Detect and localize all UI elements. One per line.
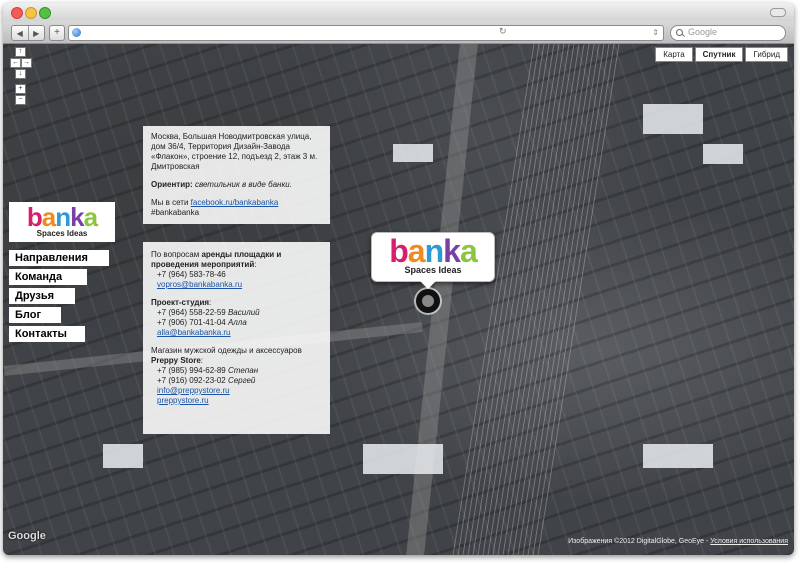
site-logo[interactable]: banka Spaces Ideas [9,202,115,242]
rent-email-link[interactable]: vopros@bankabanka.ru [151,280,322,290]
store-intro: Магазин мужской одежды и аксессуаров [151,346,302,355]
satellite-map[interactable]: ↑ ← → ↓ + − Карта Спутник Гибрид Москва,… [3,44,794,555]
store-site-link[interactable]: preppystore.ru [151,396,322,406]
store-phone-2: +7 (916) 092-23-02 [157,376,226,385]
map-snow-patch [643,444,713,468]
studio-contact-1: +7 (964) 558-22-59 Василий [151,308,322,318]
rent-intro-suffix: : [254,260,257,269]
title-bar [3,3,794,21]
pan-up-button[interactable]: ↑ [15,47,26,57]
menu-item-blog[interactable]: Блог [9,307,61,323]
marker-callout-tail [419,280,437,289]
terms-of-use-link[interactable]: Условия использования [710,538,788,545]
store-name-suffix: : [200,356,204,365]
store-contact-1: +7 (985) 994-62-89 Степан [151,366,322,376]
map-type-hybrid-button[interactable]: Гибрид [745,47,788,62]
menu-item-contacts[interactable]: Контакты [9,326,85,342]
back-arrow-icon: ◀ [16,28,23,38]
back-button[interactable]: ◀ [12,26,28,40]
toolbar-toggle-button[interactable] [770,8,786,17]
map-type-map-button[interactable]: Карта [655,47,693,62]
landmark-label: Ориентир: [151,180,193,189]
forward-arrow-icon: ▶ [33,28,40,38]
map-type-satellite-button[interactable]: Спутник [694,47,744,62]
map-snow-patch [363,444,443,474]
store-email-link[interactable]: info@preppystore.ru [151,386,322,396]
social-block: Мы в сети facebook.ru/bankabanka #bankab… [151,198,322,218]
pan-down-button[interactable]: ↓ [15,69,26,79]
browser-toolbar: ◀ ▶ + ↻ ⇕ Google [3,21,794,44]
store-phone-1: +7 (985) 994-62-89 [157,366,226,375]
map-snow-patch [643,104,703,134]
search-placeholder: Google [688,27,718,37]
facebook-link[interactable]: facebook.ru/bankabanka [191,198,279,207]
store-name: Preppy Store [151,356,201,365]
studio-email-link[interactable]: alla@bankabanka.ru [151,328,322,338]
scroll-arrows-icon: ⇕ [652,28,659,37]
studio-contact-2: +7 (906) 701-41-04 Алла [151,318,322,328]
map-attribution: Изображения ©2012 DigitalGlobe, GeoEye -… [568,538,788,545]
address-bar[interactable]: ↻ ⇕ [68,25,664,41]
zoom-out-button[interactable]: − [15,95,26,105]
zoom-window-button[interactable] [39,7,51,19]
marker-logo-wordmark: banka [389,233,477,269]
social-prefix: Мы в сети [151,198,189,207]
browser-window: ◀ ▶ + ↻ ⇕ Google ↑ ← → ↓ + − Карта Спутн… [3,3,794,555]
map-snow-patch [393,144,433,162]
magnifier-icon [676,29,683,36]
minimize-window-button[interactable] [25,7,37,19]
menu-item-team[interactable]: Команда [9,269,87,285]
store-person-2: Сергей [227,376,256,385]
location-marker-icon[interactable] [416,289,440,313]
address-card: Москва, Большая Новодмитровская улица, д… [143,126,330,224]
rent-block: По вопросам аренды площадки и проведения… [151,250,322,290]
pan-right-button[interactable]: → [21,58,32,68]
address-text: Москва, Большая Новодмитровская улица, д… [151,132,318,171]
forward-button[interactable]: ▶ [27,26,45,40]
google-logo: Google [8,530,46,542]
rent-phone: +7 (964) 583-78-46 [157,270,226,279]
studio-phone-1: +7 (964) 558-22-59 [157,308,226,317]
zoom-in-button[interactable]: + [15,84,26,94]
studio-person-1: Василий [227,308,260,317]
hashtag: #bankabanka [151,208,200,217]
store-contact-2: +7 (916) 092-23-02 Сергей [151,376,322,386]
landmark-value: светильник в виде банки. [194,180,292,189]
studio-block: Проект-студия: +7 (964) 558-22-59 Васили… [151,298,322,338]
pan-left-button[interactable]: ← [10,58,21,68]
refresh-icon[interactable]: ↻ [499,26,507,37]
add-bookmark-button[interactable]: + [49,25,65,41]
contacts-card: По вопросам аренды площадки и проведения… [143,242,330,434]
railway-tracks [452,44,624,555]
rent-intro-prefix: По вопросам [151,250,200,259]
studio-person-2: Алла [227,318,247,327]
store-person-1: Степан [227,366,259,375]
studio-phone-2: +7 (906) 701-41-04 [157,318,226,327]
search-field[interactable]: Google [670,25,786,41]
menu-item-directions[interactable]: Направления [9,250,109,266]
history-buttons: ◀ ▶ [11,25,45,41]
logo-wordmark: banka [26,202,98,232]
studio-label: Проект-студия [151,298,210,307]
map-type-switcher: Карта Спутник Гибрид [655,47,788,62]
studio-label-suffix: : [209,298,212,307]
landmark: Ориентир: светильник в виде банки. [151,180,322,190]
plus-icon: + [54,27,60,38]
close-window-button[interactable] [11,7,23,19]
attribution-text: Изображения ©2012 DigitalGlobe, GeoEye - [568,538,709,545]
globe-icon [72,28,81,37]
store-block: Магазин мужской одежды и аксессуаров Pre… [151,346,322,406]
menu-item-friends[interactable]: Друзья [9,288,75,304]
map-snow-patch [103,444,143,468]
main-menu: Направления Команда Друзья Блог Контакты [9,250,109,345]
map-snow-patch [703,144,743,164]
logo-subtitle: Spaces Ideas [36,229,88,238]
map-marker-label[interactable]: banka Spaces Ideas [371,232,495,282]
